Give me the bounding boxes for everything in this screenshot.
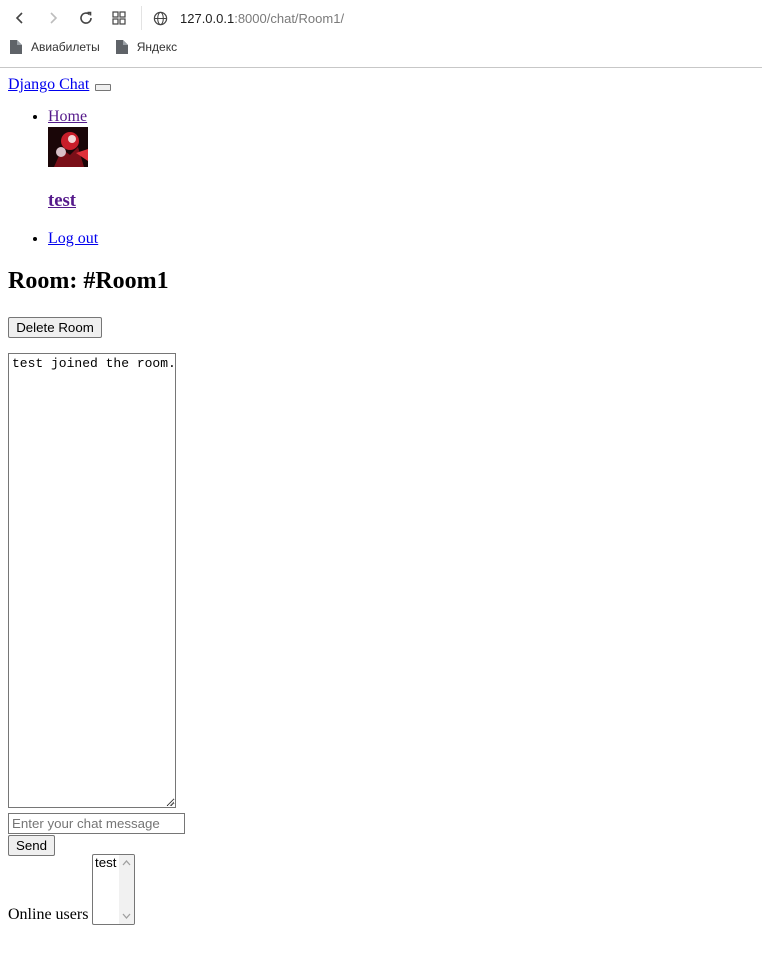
room-title: Room: #Room1: [8, 268, 169, 294]
back-button[interactable]: [7, 5, 33, 31]
url-host: 127.0.0.1: [180, 10, 235, 26]
brand-link[interactable]: Django Chat: [8, 76, 89, 93]
forward-button[interactable]: [40, 5, 66, 31]
chat-message-input[interactable]: [8, 813, 185, 834]
nav-menu: Home test Log out: [8, 108, 754, 248]
chat-log-text: test joined the room.: [12, 356, 176, 371]
online-users-list[interactable]: test: [92, 854, 135, 925]
bookmark-label: Яндекс: [136, 40, 178, 54]
online-users-label: Online users: [8, 906, 89, 923]
document-icon: [10, 40, 22, 54]
reload-icon: [80, 11, 92, 24]
scroll-down-icon[interactable]: [119, 910, 134, 922]
page-content: Django Chat Home test Log out Room: #Roo…: [8, 68, 754, 925]
send-button[interactable]: Send: [8, 835, 55, 856]
address-bar[interactable]: 127.0.0.1:8000/chat/Room1/: [153, 5, 753, 31]
home-link[interactable]: Home: [48, 108, 87, 125]
bookmark-aviabilety[interactable]: Авиабилеты: [10, 40, 100, 54]
navbar-toggle-button[interactable]: [95, 84, 112, 91]
resize-grip-icon[interactable]: [166, 798, 174, 806]
bookmark-yandex[interactable]: Яндекс: [115, 40, 178, 54]
delete-room-button[interactable]: Delete Room: [8, 317, 102, 338]
nav-item-home: Home test: [48, 108, 754, 212]
chat-log[interactable]: test joined the room.: [8, 353, 176, 808]
back-arrow-icon: [15, 12, 23, 24]
scrollbar[interactable]: [119, 855, 134, 924]
url-path: :8000/chat/Room1/: [234, 10, 345, 26]
logout-link[interactable]: Log out: [48, 230, 98, 247]
grid-icon: [112, 11, 126, 25]
reload-button[interactable]: [73, 5, 99, 31]
forward-arrow-icon: [50, 12, 58, 24]
tabs-grid-button[interactable]: [106, 5, 132, 31]
avatar[interactable]: [48, 127, 88, 167]
browser-toolbar: 127.0.0.1:8000/chat/Room1/ Авиабилеты Ян…: [0, 0, 762, 68]
navbar: Django Chat: [8, 76, 754, 94]
scroll-up-icon[interactable]: [119, 857, 134, 869]
username-link[interactable]: test: [48, 190, 76, 211]
document-icon: [115, 40, 128, 54]
toolbar-divider: [141, 6, 142, 30]
globe-icon: [153, 11, 168, 25]
bookmarks-bar: Авиабилеты Яндекс: [10, 40, 177, 54]
bookmark-label: Авиабилеты: [31, 40, 100, 54]
nav-item-logout: Log out: [48, 230, 754, 248]
